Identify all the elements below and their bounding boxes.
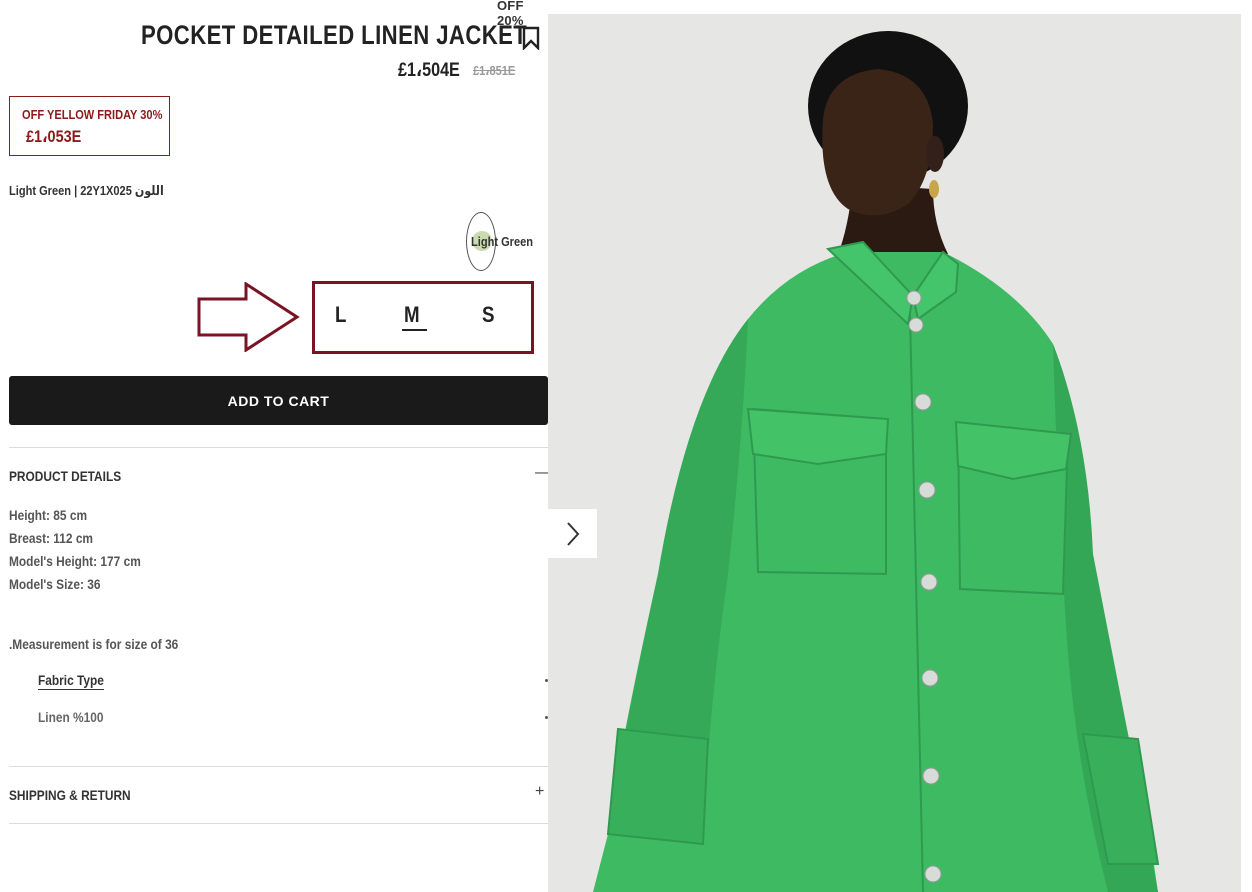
product-details-header[interactable]: PRODUCT DETAILS xyxy=(9,468,121,484)
detail-model-size: Model's Size: 36 xyxy=(9,576,101,592)
color-code: Light Green | 22Y1X025 اللون xyxy=(9,183,164,198)
product-info-panel: OFF 20% POCKET DETAILED LINEN JACKET £1،… xyxy=(0,0,551,892)
detail-model-height: Model's Height: 177 cm xyxy=(9,553,141,569)
expand-icon[interactable]: + xyxy=(535,783,544,801)
current-price: £1،504E xyxy=(398,60,460,81)
product-title: POCKET DETAILED LINEN JACKET xyxy=(141,20,528,50)
detail-height: Height: 85 cm xyxy=(9,507,88,523)
model-illustration xyxy=(548,14,1241,892)
divider xyxy=(9,766,548,767)
next-image-button[interactable] xyxy=(548,509,597,558)
fabric-value: Linen %100 xyxy=(38,709,104,725)
bookmark-icon[interactable] xyxy=(521,26,541,50)
divider xyxy=(9,823,548,824)
original-price: £1،851E xyxy=(473,63,516,78)
chevron-right-icon xyxy=(566,521,579,546)
promo-box: OFF YELLOW FRIDAY 30% £1،053E xyxy=(9,96,170,156)
measurement-note: .Measurement is for size of 36 xyxy=(9,636,179,652)
size-option-l[interactable]: L xyxy=(335,302,346,328)
fabric-type-label: Fabric Type xyxy=(38,672,104,688)
promo-price: £1،053E xyxy=(26,127,82,146)
shipping-return-header[interactable]: SHIPPING & RETURN xyxy=(9,787,131,803)
size-option-s[interactable]: S xyxy=(482,302,494,328)
promo-label: OFF YELLOW FRIDAY 30% xyxy=(22,107,163,122)
detail-breast: Breast: 112 cm xyxy=(9,530,94,546)
size-option-m[interactable]: M xyxy=(404,302,420,328)
add-to-cart-button[interactable]: ADD TO CART xyxy=(9,376,548,425)
selected-size-underline xyxy=(402,329,427,331)
divider xyxy=(9,447,548,448)
arrow-right-outline-icon xyxy=(197,282,300,352)
product-image xyxy=(548,14,1241,892)
color-swatch-label: Light Green xyxy=(471,234,534,249)
